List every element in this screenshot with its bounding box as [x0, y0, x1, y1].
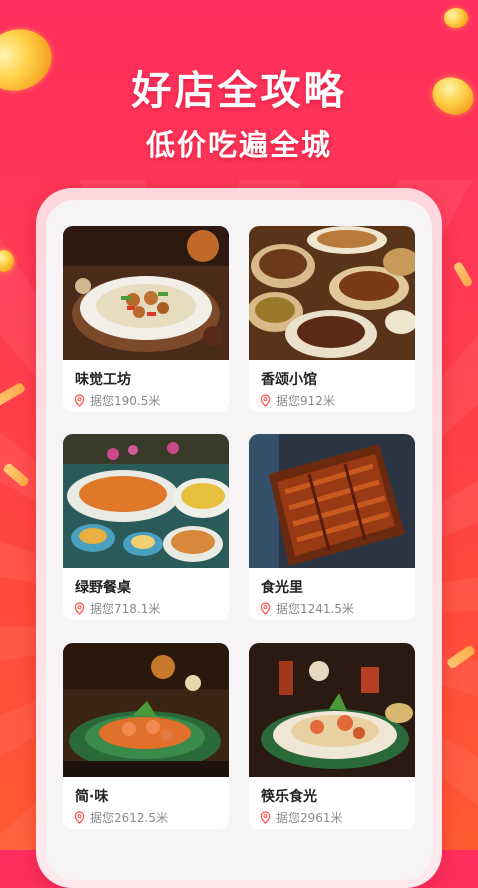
restaurant-card[interactable]: 食光里 据您1241.5米 — [249, 434, 415, 620]
dish-photo — [63, 226, 229, 360]
location-pin-icon — [74, 811, 85, 824]
restaurant-name: 香颂小馆 — [261, 372, 317, 388]
location-pin-icon — [260, 811, 271, 824]
restaurant-name: 食光里 — [261, 580, 303, 596]
dish-photo — [63, 643, 229, 777]
location-pin-icon — [260, 394, 271, 407]
restaurant-list: 味觉工坊 据您190.5米 香颂小馆 据您912米 绿野餐桌 据您718.1米 … — [46, 200, 432, 880]
distance-text: 据您718.1米 — [90, 602, 161, 616]
distance-text: 据您912米 — [276, 394, 335, 408]
distance-text: 据您190.5米 — [90, 394, 161, 408]
restaurant-name: 绿野餐桌 — [75, 580, 131, 596]
distance-label: 据您1241.5米 — [259, 600, 354, 617]
distance-label: 据您718.1米 — [73, 600, 160, 617]
dish-photo — [249, 226, 415, 360]
location-pin-icon — [74, 602, 85, 615]
distance-label: 据您190.5米 — [73, 392, 160, 409]
restaurant-card[interactable]: 味觉工坊 据您190.5米 — [63, 226, 229, 412]
distance-text: 据您1241.5米 — [276, 602, 354, 616]
restaurant-name: 味觉工坊 — [75, 372, 131, 388]
restaurant-name: 简·味 — [75, 789, 109, 805]
location-pin-icon — [260, 602, 271, 615]
banner-subtitle: 低价吃遍全城 — [145, 128, 332, 162]
restaurant-card[interactable]: 筷乐食光 据您2961米 — [249, 643, 415, 829]
dish-photo — [63, 434, 229, 568]
dish-photo — [249, 643, 415, 777]
distance-label: 据您2961米 — [259, 809, 343, 826]
distance-label: 据您2612.5米 — [73, 809, 168, 826]
distance-text: 据您2961米 — [276, 811, 343, 825]
dish-photo — [249, 434, 415, 568]
restaurant-card[interactable]: 香颂小馆 据您912米 — [249, 226, 415, 412]
distance-label: 据您912米 — [259, 392, 335, 409]
distance-text: 据您2612.5米 — [90, 811, 168, 825]
gold-coin-icon — [444, 8, 468, 28]
restaurant-card[interactable]: 简·味 据您2612.5米 — [63, 643, 229, 829]
banner-title: 好店全攻略 — [131, 68, 347, 114]
location-pin-icon — [74, 394, 85, 407]
restaurant-name: 筷乐食光 — [261, 789, 317, 805]
restaurant-card[interactable]: 绿野餐桌 据您718.1米 — [63, 434, 229, 620]
